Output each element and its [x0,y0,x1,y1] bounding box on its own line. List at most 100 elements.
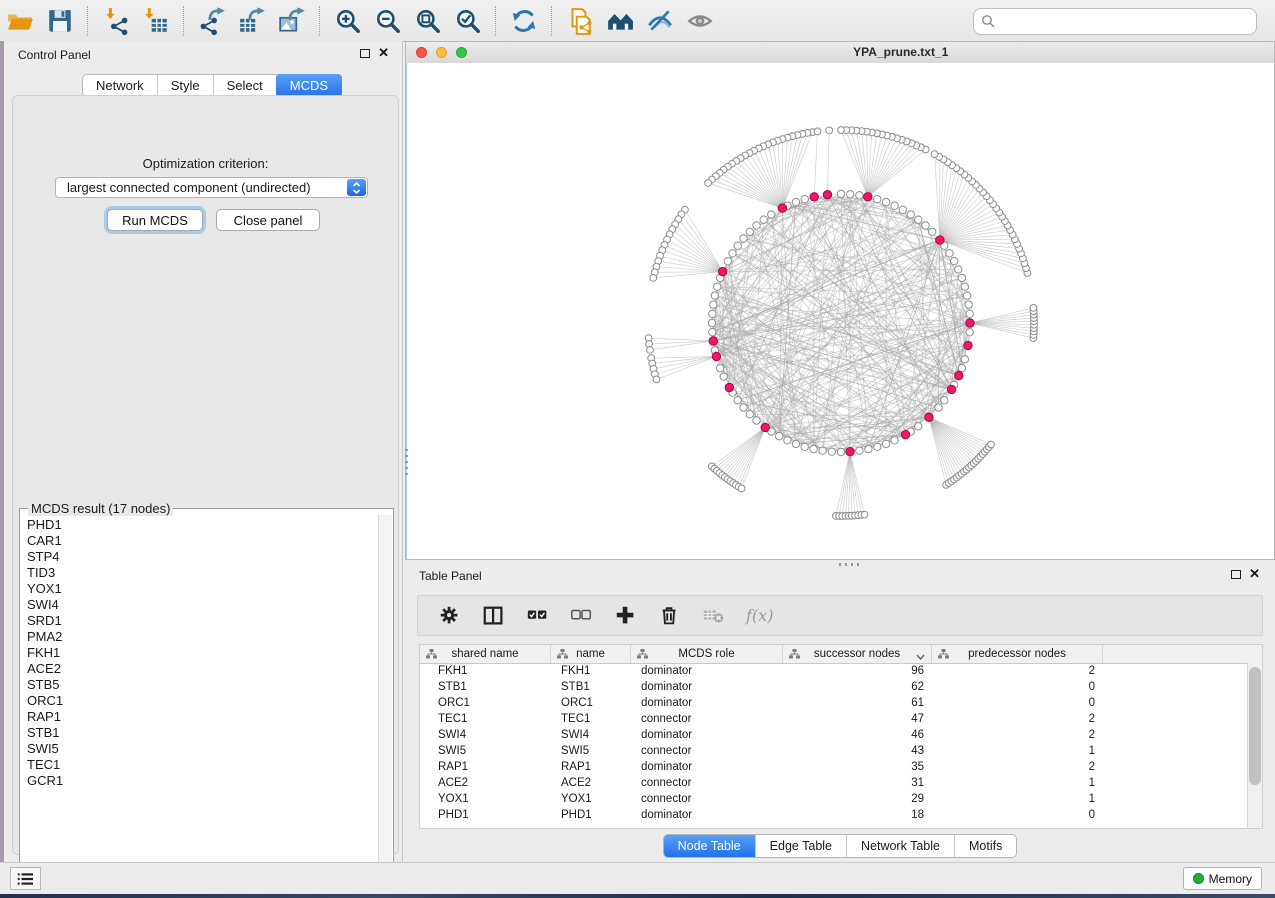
network-node[interactable] [753,222,760,229]
network-node[interactable] [784,437,791,444]
network-leaf-node[interactable] [861,511,868,518]
table-settings-icon[interactable] [428,601,472,631]
table-row[interactable]: ORC1ORC1dominator610 [420,696,1262,712]
table-row[interactable]: SWI5SWI5connector431 [420,744,1262,760]
delete-column-icon[interactable] [648,601,692,631]
network-leaf-node[interactable] [1030,305,1037,312]
tab-network-table[interactable]: Network Table [847,835,955,857]
table-row[interactable]: FKH1FKH1dominator962 [420,664,1262,680]
mcds-result-item[interactable]: SWI5 [27,741,379,757]
network-mcds-hub-node[interactable] [947,385,955,393]
export-network-icon[interactable] [193,4,231,38]
network-node[interactable] [891,202,898,209]
table-row[interactable]: YOX1YOX1connector291 [420,792,1262,808]
window-minimize-icon[interactable] [436,47,447,58]
close-panel-icon[interactable]: ✕ [1249,567,1260,581]
network-node[interactable] [941,397,948,404]
column-header-successor-nodes[interactable]: successor nodes [783,645,932,663]
network-leaf-node[interactable] [838,127,845,134]
network-mcds-hub-node[interactable] [864,193,872,201]
network-node[interactable] [801,196,808,203]
birds-eye-icon[interactable] [681,4,719,38]
table-row[interactable]: TEC1TEC1connector472 [420,712,1262,728]
network-node[interactable] [958,364,965,371]
mcds-result-list[interactable]: PHD1CAR1STP4TID3YOX1SWI4SRD1PMA2FKH1ACE2… [21,515,379,880]
network-node[interactable] [882,440,889,447]
network-node[interactable] [709,310,716,317]
function-builder-icon[interactable]: f(x) [736,601,783,631]
network-node[interactable] [709,329,716,336]
network-node[interactable] [951,258,958,265]
network-mcds-hub-node[interactable] [901,431,909,439]
mcds-result-scrollbar[interactable] [378,515,392,880]
tab-node-table[interactable]: Node Table [664,835,756,857]
search-field[interactable] [973,8,1257,35]
network-node[interactable] [847,191,854,198]
table-row[interactable]: ACE2ACE2connector311 [420,776,1262,792]
run-mcds-button[interactable]: Run MCDS [107,209,203,231]
network-node[interactable] [760,216,767,223]
open-file-icon[interactable] [1,4,39,38]
network-node[interactable] [961,283,968,290]
network-node[interactable] [907,211,914,218]
network-node[interactable] [729,250,736,257]
network-node[interactable] [734,242,741,249]
network-node[interactable] [963,292,970,299]
table-scrollbar[interactable] [1247,663,1262,828]
network-node[interactable] [714,283,721,290]
tab-edge-table[interactable]: Edge Table [756,835,847,857]
network-node[interactable] [711,292,718,299]
network-canvas[interactable] [406,63,1274,559]
network-leaf-node[interactable] [814,128,821,135]
deselect-all-icon[interactable] [560,601,604,631]
import-network-icon[interactable] [97,4,135,38]
network-node[interactable] [734,397,741,404]
network-mcds-hub-node[interactable] [725,383,733,391]
import-table-icon[interactable] [137,4,175,38]
network-node[interactable] [874,443,881,450]
network-mcds-hub-node[interactable] [936,236,944,244]
network-node[interactable] [768,211,775,218]
network-node[interactable] [837,190,844,197]
network-node[interactable] [792,440,799,447]
clone-network-icon[interactable] [561,4,599,38]
network-node[interactable] [792,198,799,205]
network-node[interactable] [961,356,968,363]
save-session-icon[interactable] [41,4,79,38]
network-node[interactable] [915,216,922,223]
network-node[interactable] [828,448,835,455]
network-node[interactable] [958,274,965,281]
network-node[interactable] [708,319,715,326]
tab-style[interactable]: Style [158,75,214,96]
network-node[interactable] [776,433,783,440]
network-mcds-hub-node[interactable] [964,341,972,349]
network-leaf-node[interactable] [931,151,938,158]
table-row[interactable]: STB1STB1dominator620 [420,680,1262,696]
network-node[interactable] [801,443,808,450]
network-node[interactable] [724,258,731,265]
network-node[interactable] [740,404,747,411]
network-node[interactable] [966,329,973,336]
network-node[interactable] [740,235,747,242]
network-node[interactable] [716,364,723,371]
delete-table-icon[interactable] [692,601,736,631]
network-node[interactable] [746,228,753,235]
optimization-criterion-select[interactable]: largest connected component (undirected) [55,177,368,198]
network-node[interactable] [899,206,906,213]
network-leaf-node[interactable] [738,485,745,492]
column-header-predecessor-nodes[interactable]: predecessor nodes [932,645,1103,663]
mcds-result-item[interactable]: CAR1 [27,533,379,549]
refresh-icon[interactable] [505,4,543,38]
network-node[interactable] [819,447,826,454]
network-node[interactable] [915,423,922,430]
network-node[interactable] [935,404,942,411]
network-mcds-hub-node[interactable] [810,193,818,201]
network-leaf-node[interactable] [826,127,833,134]
network-node[interactable] [929,228,936,235]
table-row[interactable]: PHD1PHD1dominator180 [420,808,1262,824]
network-leaf-node[interactable] [705,180,712,187]
close-panel-button[interactable]: Close panel [216,209,320,231]
column-header-MCDS-role[interactable]: MCDS role [631,645,783,663]
float-panel-icon[interactable] [360,49,370,58]
zoom-fit-icon[interactable] [409,4,447,38]
